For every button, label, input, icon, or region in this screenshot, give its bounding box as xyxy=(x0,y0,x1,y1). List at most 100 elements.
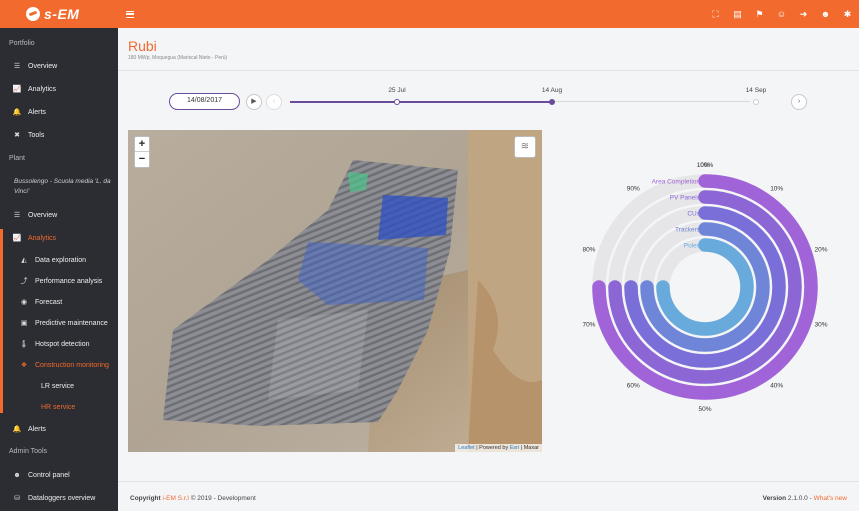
zoom-control: + − xyxy=(134,136,150,168)
axis-tick-label: 60% xyxy=(627,383,640,390)
series-label: Trackers xyxy=(675,227,701,234)
sidebar-item-plant-analytics[interactable]: 📈 Analytics xyxy=(0,229,118,247)
attribution-text: | Maxar xyxy=(520,445,539,451)
sidebar-item-forecast[interactable]: ◉ Forecast xyxy=(0,293,118,311)
footer-copyright: Copyright i-EM S.r.l © 2019 - Developmen… xyxy=(130,495,256,502)
satellite-imagery xyxy=(128,130,542,452)
timeline-tick[interactable] xyxy=(394,99,400,105)
thermometer-icon: 🌡 xyxy=(19,341,29,348)
sidebar-item-control-panel[interactable]: ☻ Control panel xyxy=(0,466,118,484)
copyright-label: Copyright xyxy=(130,495,161,502)
database-icon: ⛁ xyxy=(14,495,20,502)
list-icon: ☰ xyxy=(13,212,21,219)
sidebar-item-hr-service[interactable]: HR service xyxy=(0,398,118,416)
progress-radial-chart: Area Completion PV Panels CUs Trackers Poles… xyxy=(582,162,828,413)
axis-tick-label: 90% xyxy=(627,185,640,192)
series-label: PV Panels xyxy=(670,195,701,202)
next-button[interactable]: › xyxy=(791,94,807,110)
whats-new-link[interactable]: What's new xyxy=(814,495,847,502)
version-number: 2.1.0.0 xyxy=(787,495,808,502)
sidebar-item-label: Dataloggers overview xyxy=(28,494,96,502)
chart-icon: 📈 xyxy=(12,86,22,93)
user-icon[interactable]: ☺ xyxy=(776,9,787,20)
briefcase-icon: ▣ xyxy=(20,320,28,327)
fullscreen-icon[interactable]: ⛶ xyxy=(710,9,721,20)
bell-icon: 🔔 xyxy=(12,109,22,116)
sidebar-item-data-exploration[interactable]: ◭ Data exploration xyxy=(0,251,118,269)
version-separator: - xyxy=(809,495,812,502)
series-label: CUs xyxy=(687,211,700,218)
sidebar-section-plant: Plant xyxy=(9,155,25,162)
timeline-tick[interactable] xyxy=(753,99,759,105)
sidebar-section-admin: Admin Tools xyxy=(9,448,48,455)
map-view[interactable]: + − ≋ Leaflet | Powered by Esri | Maxar xyxy=(128,130,542,452)
timeline-tick-label: 14 Sep xyxy=(745,87,767,94)
company-link[interactable]: i-EM S.r.l xyxy=(163,495,189,502)
sidebar-item-portfolio-alerts[interactable]: 🔔 Alerts xyxy=(0,103,118,121)
sidebar-item-dataloggers-overview[interactable]: ⛁ Dataloggers overview xyxy=(0,489,118,507)
presentation-icon[interactable]: ▤ xyxy=(732,9,743,20)
version-label: Version xyxy=(762,495,787,502)
axis-tick-label: 40% xyxy=(770,383,783,390)
sidebar-item-label: Data exploration xyxy=(35,256,86,264)
prev-button[interactable]: ‹ xyxy=(266,94,282,110)
axis-tick-label: 70% xyxy=(582,322,595,329)
series-label: Area Completion xyxy=(652,179,701,186)
sidebar-item-portfolio-overview[interactable]: ☰ Overview xyxy=(0,57,118,75)
sidebar-item-hotspot-detection[interactable]: 🌡 Hotspot detection xyxy=(0,335,118,353)
attribution-text: | Powered by xyxy=(476,445,509,451)
sidebar-item-label: HR service xyxy=(41,403,76,411)
timeline-tick-current[interactable] xyxy=(549,99,555,105)
users-icon[interactable]: ☻ xyxy=(820,9,831,20)
line-chart-icon: ⤴ xyxy=(20,278,28,285)
tools-icon: ✖ xyxy=(14,132,20,139)
header-divider xyxy=(118,70,859,71)
esri-link[interactable]: Esri xyxy=(510,445,519,451)
sidebar-item-label: Alerts xyxy=(28,108,46,116)
sidebar-item-performance-analysis[interactable]: ⤴ Performance analysis xyxy=(0,272,118,290)
settings-icon[interactable]: ✱ xyxy=(842,9,853,20)
sidebar-item-label: Forecast xyxy=(35,298,63,306)
play-button[interactable]: ▶ xyxy=(246,94,262,110)
zoom-in-button[interactable]: + xyxy=(135,137,149,152)
cubes-icon: ❖ xyxy=(20,362,28,369)
sidebar: Portfolio ☰ Overview 📈 Analytics 🔔 Alert… xyxy=(0,28,118,511)
sidebar-item-label: Predictive maintenance xyxy=(35,319,108,327)
users-icon: ☻ xyxy=(13,471,21,479)
sidebar-item-tools[interactable]: ✖ Tools xyxy=(0,126,118,144)
sidebar-item-lr-service[interactable]: LR service xyxy=(0,377,118,395)
sidebar-item-plant-overview[interactable]: ☰ Overview xyxy=(0,206,118,224)
footer-divider xyxy=(118,481,859,482)
leaflet-link[interactable]: Leaflet xyxy=(458,445,475,451)
axis-tick-label: 30% xyxy=(815,322,828,329)
axis-tick-label: 10% xyxy=(770,185,783,192)
zoom-out-button[interactable]: − xyxy=(135,152,149,167)
sidebar-item-predictive-maintenance[interactable]: ▣ Predictive maintenance xyxy=(0,314,118,332)
logout-icon[interactable]: ➜ xyxy=(798,9,809,20)
sidebar-item-label: Tools xyxy=(28,131,45,139)
timeline-progress xyxy=(290,100,552,103)
sidebar-item-label: Analytics xyxy=(28,85,57,93)
flag-icon[interactable]: ⚑ xyxy=(754,9,765,20)
date-input[interactable]: 14/08/2017 xyxy=(169,93,240,110)
footer-version: Version 2.1.0.0 - What's new xyxy=(763,495,847,502)
axis-tick-label: 50% xyxy=(698,406,711,413)
eye-icon: ◉ xyxy=(20,299,28,306)
chart-icon: 📈 xyxy=(12,235,22,242)
brand-logo[interactable]: s-EM xyxy=(0,0,118,28)
sidebar-item-construction-monitoring[interactable]: ❖ Construction monitoring xyxy=(0,356,118,374)
plant-name: Bussolengo - Scuola media 'L. da Vinci' xyxy=(14,178,111,195)
area-chart-icon: ◭ xyxy=(21,257,27,264)
sidebar-item-label: Construction monitoring xyxy=(35,361,109,369)
bell-icon: 🔔 xyxy=(12,426,22,433)
sidebar-item-portfolio-analytics[interactable]: 📈 Analytics xyxy=(0,80,118,98)
sidebar-item-label: Overview xyxy=(28,211,58,219)
page-subtitle: 180 MWp, Moquegua (Mariscal Nieto - Perù… xyxy=(128,55,228,61)
copyright-text: © 2019 - Development xyxy=(190,495,256,502)
top-actions: ⛶ ▤ ⚑ ☺ ➜ ☻ ✱ xyxy=(710,0,853,28)
sidebar-item-label: Analytics xyxy=(28,234,57,242)
menu-toggle-icon[interactable] xyxy=(126,10,134,18)
sidebar-item-plant-alerts[interactable]: 🔔 Alerts xyxy=(0,420,118,438)
layers-icon[interactable]: ≋ xyxy=(514,136,536,158)
sidebar-item-label: Performance analysis xyxy=(35,277,103,285)
